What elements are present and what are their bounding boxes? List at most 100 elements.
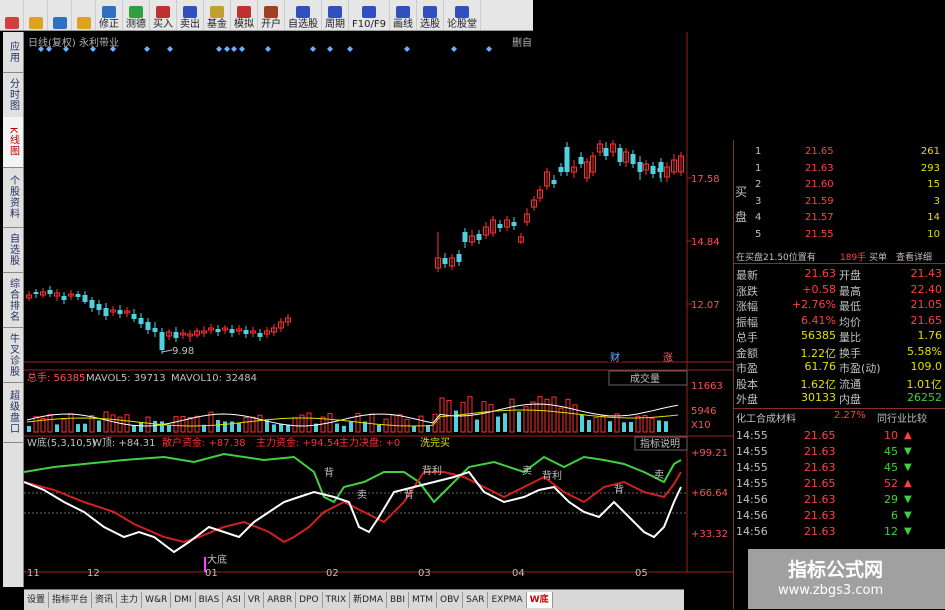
indicator-tab-11[interactable]: TRIX: [323, 592, 351, 608]
candle-body: [103, 308, 109, 316]
indicator-tab-8[interactable]: VR: [245, 592, 265, 608]
quote-label: 外盘: [736, 393, 758, 406]
toolbar-button-10[interactable]: 开户: [258, 0, 285, 30]
price-axis-label: 12.07: [691, 300, 720, 311]
indicator-annotation: 背: [614, 483, 624, 496]
toolbar-button-4[interactable]: 修正: [96, 0, 123, 30]
toolbar-button-6[interactable]: 买入: [150, 0, 177, 30]
kline-chart[interactable]: 17.58 14.84 12.07 9.98 财 涨总手: 56385 MAVOL5: 39…: [24, 32, 733, 576]
toolbar-button-13[interactable]: F10/F9: [349, 0, 390, 30]
indicator-annotation: 背利: [542, 469, 562, 482]
indicator-annotation: 背利: [422, 464, 442, 477]
left-tab-0[interactable]: 应用: [3, 32, 23, 73]
quote-value: 56385: [801, 329, 836, 342]
candle-body: [131, 314, 137, 319]
simulate-icon: [237, 6, 251, 18]
toolbar-button-2[interactable]: [48, 0, 72, 30]
volume-bar: [475, 419, 479, 432]
tick-price: 21.63: [804, 525, 836, 538]
indicator-annotation: 卖: [357, 489, 367, 501]
account-icon: [264, 6, 278, 18]
x-axis-label: 01: [205, 568, 218, 576]
left-tab-5[interactable]: 综合排名: [3, 272, 23, 328]
volume-bar: [614, 413, 620, 433]
volume-bar: [509, 398, 515, 433]
indicator-tab-17[interactable]: EXPMA: [488, 592, 527, 608]
signal-diamond: [486, 46, 492, 52]
quote-value: 1.22亿: [800, 346, 837, 360]
volume-bar: [216, 419, 220, 432]
candle-body: [89, 300, 95, 308]
quote-value: 61.76: [804, 360, 837, 373]
left-tab-6[interactable]: 牛叉诊股: [3, 327, 23, 383]
indicator-tab-4[interactable]: W&R: [142, 592, 172, 608]
clock-icon: [328, 6, 342, 18]
indicator-tab-5[interactable]: DMI: [171, 592, 196, 608]
toolbar-button-14[interactable]: 画线: [390, 0, 417, 30]
candle-body: [159, 332, 165, 350]
indicator-tab-9[interactable]: ARBR: [264, 592, 297, 608]
tick-price: 21.63: [804, 445, 836, 458]
indicator-tab-3[interactable]: 主力: [117, 592, 143, 608]
order-level-num: 4: [755, 212, 762, 223]
order-level-num: 2: [755, 179, 762, 190]
toolbar-button-5[interactable]: 测德: [123, 0, 150, 30]
toolbar-button-16[interactable]: 论股堂: [444, 0, 481, 30]
left-tab-3[interactable]: 个股资料: [3, 167, 23, 228]
left-tab-2[interactable]: K线图: [3, 117, 23, 168]
indicator-annotation: 背: [324, 466, 334, 479]
indicator-tab-0[interactable]: 设置: [24, 592, 50, 608]
sector-name[interactable]: 化工合成材料: [736, 410, 796, 425]
indicator-tab-18[interactable]: W底: [526, 592, 553, 608]
arrow-up-icon: ▲: [904, 430, 912, 441]
candle-body: [229, 329, 235, 333]
candle-body: [442, 258, 448, 264]
candle-body: [145, 322, 151, 330]
indicator-tab-10[interactable]: DPO: [296, 592, 323, 608]
left-tab-1[interactable]: 分时图: [3, 72, 23, 118]
sector-compare-link[interactable]: 同行业比较: [877, 410, 927, 425]
volume-bar: [187, 417, 193, 433]
order-note-detail-link[interactable]: 查看详细: [896, 250, 932, 263]
toolbar-button-label: 自选股: [288, 19, 318, 30]
price-axis-label: 14.84: [691, 237, 720, 248]
toolbar-button-12[interactable]: 周期: [322, 0, 349, 30]
toolbar-button-1[interactable]: [24, 0, 48, 30]
quote-label: 最高: [839, 284, 861, 298]
candle-body: [511, 222, 517, 226]
volume-axis-label: 11663: [691, 381, 723, 392]
indicator-name: W底(5,3,10,5): [27, 436, 96, 449]
order-level-price: 21.59: [805, 195, 834, 207]
volume-bar: [530, 401, 536, 433]
indicator-tab-bar: 设置 指标平台 资讯 主力 W&R DMI BIAS ASI VR ARBR DPO TRIX 新DMA…: [24, 589, 684, 610]
indicator-tab-12[interactable]: 新DMA: [350, 592, 387, 608]
w-top-label: W顶: +84.31: [92, 437, 155, 449]
indicator-tab-13[interactable]: BBI: [387, 592, 409, 608]
candle-body: [630, 154, 636, 164]
toolbar-button-9[interactable]: 模拟: [231, 0, 258, 30]
left-tab-7[interactable]: 超级盘口: [3, 382, 23, 443]
quote-label: 量比: [839, 331, 861, 344]
volume-bar: [76, 424, 80, 432]
order-note: 在买盘21.50位置有: [736, 253, 816, 263]
quote-value: 21.43: [910, 267, 943, 280]
toolbar-button-3[interactable]: [72, 0, 96, 30]
toolbar-button-7[interactable]: 卖出: [177, 0, 204, 30]
indicator-tab-16[interactable]: SAR: [463, 592, 489, 608]
volume-bar: [369, 413, 375, 433]
candle-body: [603, 148, 609, 156]
quote-label: 内盘: [839, 393, 861, 406]
left-tab-4[interactable]: 自选股: [3, 227, 23, 273]
volume-bar: [194, 415, 200, 433]
indicator-tab-7[interactable]: ASI: [223, 592, 245, 608]
signal-diamond: [310, 46, 316, 52]
toolbar-button-15[interactable]: 选股: [417, 0, 444, 30]
indicator-tab-14[interactable]: MTM: [409, 592, 438, 608]
toolbar-button-11[interactable]: 自选股: [285, 0, 322, 30]
indicator-tab-6[interactable]: BIAS: [196, 592, 224, 608]
toolbar-button-0[interactable]: [0, 0, 24, 30]
indicator-tab-2[interactable]: 资讯: [92, 592, 118, 608]
indicator-tab-1[interactable]: 指标平台: [49, 592, 93, 608]
toolbar-button-8[interactable]: 基金: [204, 0, 231, 30]
indicator-tab-15[interactable]: OBV: [437, 592, 464, 608]
